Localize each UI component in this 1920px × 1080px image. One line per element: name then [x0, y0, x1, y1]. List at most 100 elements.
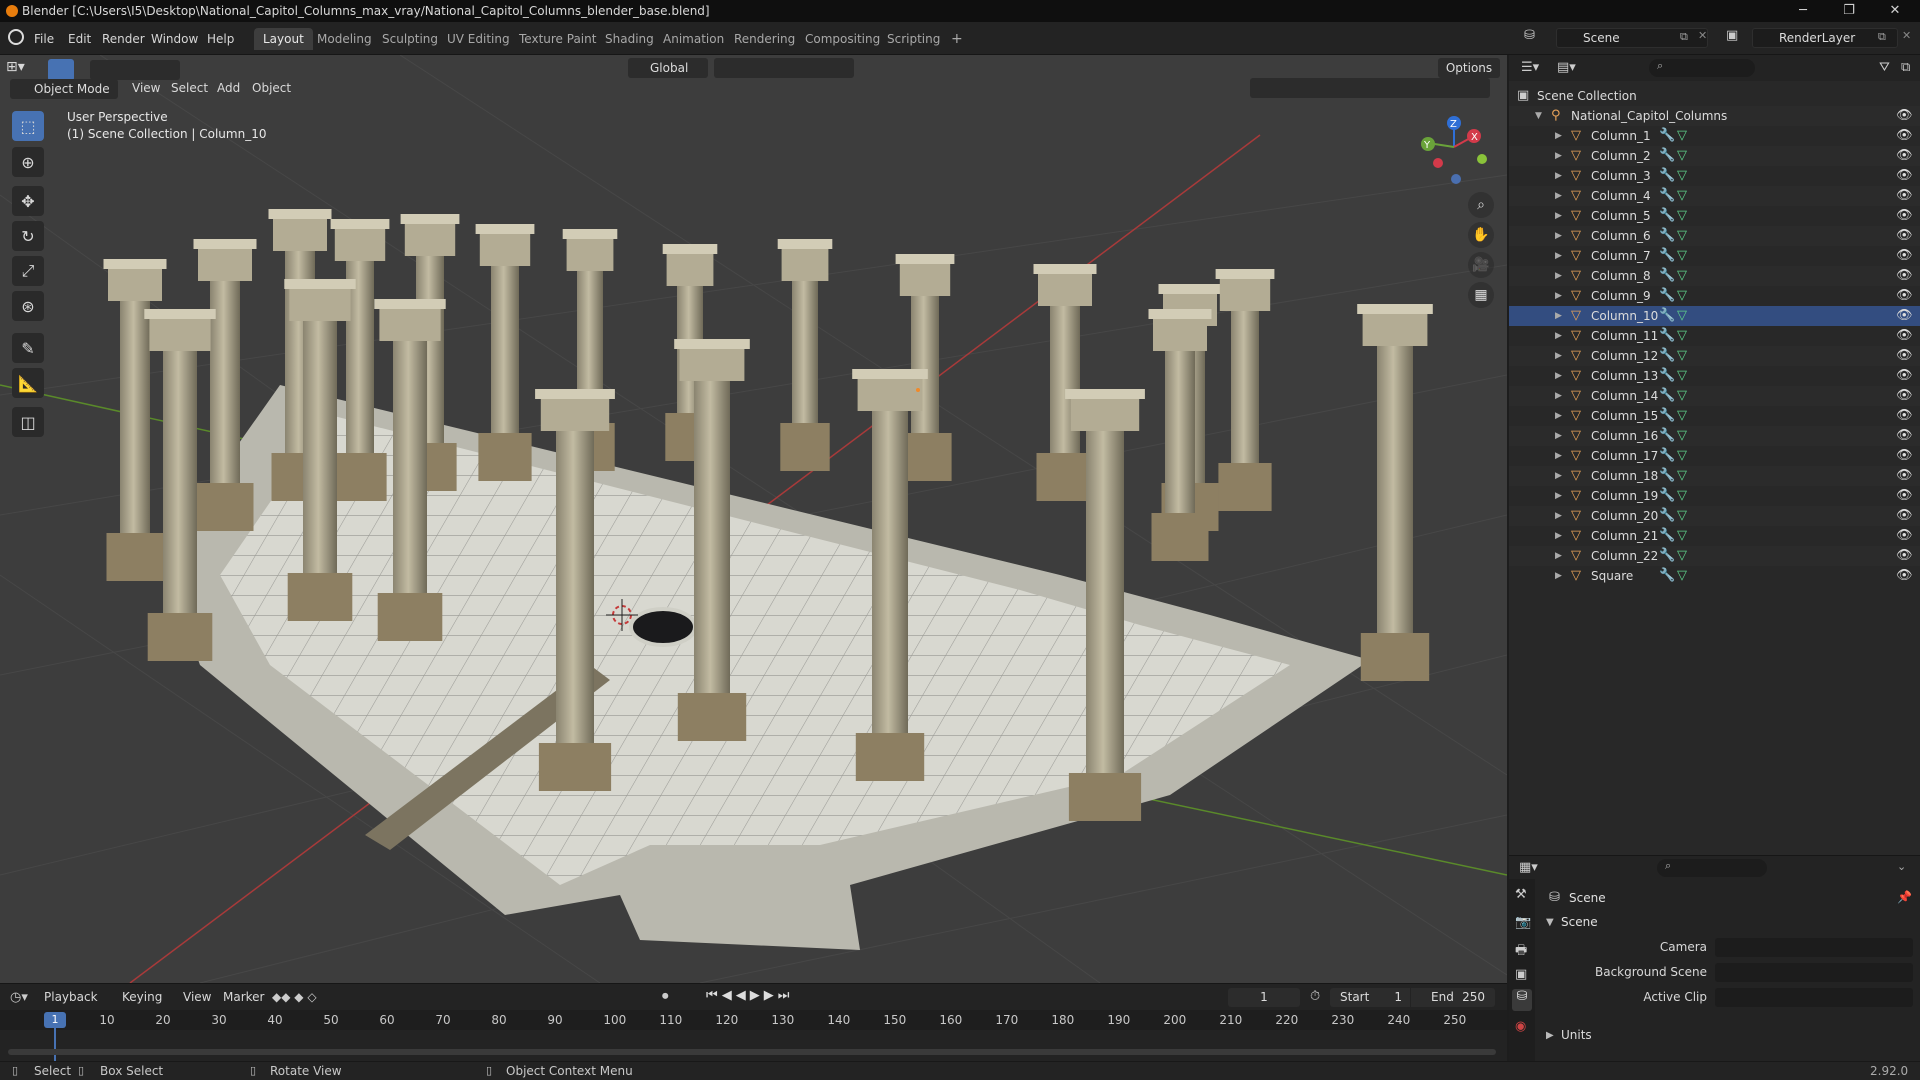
viewport-menu-view[interactable]: View [132, 79, 160, 97]
mesh-data-icon[interactable]: ▽ [1677, 348, 1687, 363]
outliner-item[interactable]: ▶ ▽ Column_2 🔧 ▽ 👁 [1509, 146, 1920, 166]
end-frame-field[interactable]: End 250 [1411, 988, 1495, 1007]
tab-scripting[interactable]: Scripting [878, 28, 949, 50]
mesh-data-icon[interactable]: ▽ [1677, 388, 1687, 403]
modifier-icon[interactable]: 🔧 [1659, 228, 1675, 243]
filter-icon[interactable]: ⛛ [1879, 60, 1890, 75]
viewport-menu-select[interactable]: Select [171, 79, 208, 97]
chevron-right-icon[interactable]: ▶ [1555, 431, 1562, 441]
outliner-item[interactable]: ▶ ▽ Column_17 🔧 ▽ 👁 [1509, 446, 1920, 466]
select-box-tool[interactable]: ⬚ [12, 111, 44, 141]
mesh-data-icon[interactable]: ▽ [1677, 428, 1687, 443]
move-tool[interactable]: ✥ [12, 186, 44, 216]
chevron-down-icon[interactable]: ▼ [1535, 111, 1542, 121]
ortho-grid-icon[interactable]: ▦ [1468, 282, 1494, 308]
selection-mode-buttons[interactable] [90, 60, 180, 80]
chevron-right-icon[interactable]: ▶ [1555, 291, 1562, 301]
playback-controls[interactable]: ⏮◀◀▶▶⏭ [706, 988, 793, 1003]
outliner-item[interactable]: ▶ ▽ Column_18 🔧 ▽ 👁 [1509, 466, 1920, 486]
outliner-item[interactable]: ▶ ▽ Column_9 🔧 ▽ 👁 [1509, 286, 1920, 306]
rotate-tool[interactable]: ↻ [12, 221, 44, 251]
timeline-menu-marker[interactable]: Marker [223, 990, 264, 1004]
chevron-right-icon[interactable]: ▶ [1555, 231, 1562, 241]
properties-options-icon[interactable]: ⌄ [1897, 860, 1906, 873]
active-clip-field[interactable] [1715, 988, 1913, 1007]
snap-pivot-controls[interactable] [714, 58, 854, 78]
chevron-right-icon[interactable]: ▶ [1555, 451, 1562, 461]
visibility-eye-icon[interactable]: 👁 [1896, 408, 1913, 423]
modifier-icon[interactable]: 🔧 [1659, 368, 1675, 383]
modifier-icon[interactable]: 🔧 [1659, 248, 1675, 263]
menu-render[interactable]: Render [102, 29, 145, 49]
visibility-eye-icon[interactable]: 👁 [1896, 488, 1913, 503]
3d-viewport[interactable] [0, 55, 1507, 983]
visibility-eye-icon[interactable]: 👁 [1896, 528, 1913, 543]
chevron-down-icon[interactable]: ▼ [1546, 917, 1554, 928]
mesh-data-icon[interactable]: ▽ [1677, 468, 1687, 483]
chevron-right-icon[interactable]: ▶ [1555, 171, 1562, 181]
chevron-right-icon[interactable]: ▶ [1555, 411, 1562, 421]
visibility-eye-icon[interactable]: 👁 [1896, 188, 1913, 203]
menu-help[interactable]: Help [207, 29, 234, 49]
timeline-menu-view[interactable]: View [183, 990, 211, 1004]
outliner-item[interactable]: ▶ ▽ Column_5 🔧 ▽ 👁 [1509, 206, 1920, 226]
chevron-right-icon[interactable]: ▶ [1555, 251, 1562, 261]
mesh-data-icon[interactable]: ▽ [1677, 448, 1687, 463]
outliner-editor-icon[interactable]: ☰▾ [1521, 60, 1539, 75]
mesh-data-icon[interactable]: ▽ [1677, 268, 1687, 283]
visibility-eye-icon[interactable]: 👁 [1896, 448, 1913, 463]
scene-tab-icon[interactable]: ⛁ [1512, 989, 1532, 1011]
transform-orientation-dropdown[interactable]: Global [628, 58, 708, 78]
modifier-icon[interactable]: 🔧 [1659, 308, 1675, 323]
timeline-menu-keying[interactable]: Keying [122, 990, 162, 1004]
chevron-right-icon[interactable]: ▶ [1555, 311, 1562, 321]
visibility-eye-icon[interactable]: 👁 [1896, 308, 1913, 323]
menu-window[interactable]: Window [151, 29, 198, 49]
modifier-icon[interactable]: 🔧 [1659, 208, 1675, 223]
mesh-data-icon[interactable]: ▽ [1677, 508, 1687, 523]
mesh-data-icon[interactable]: ▽ [1677, 128, 1687, 143]
modifier-icon[interactable]: 🔧 [1659, 468, 1675, 483]
options-dropdown[interactable]: Options [1438, 58, 1500, 78]
visibility-eye-icon[interactable]: 👁 [1896, 328, 1913, 343]
chevron-right-icon[interactable]: ▶ [1555, 531, 1562, 541]
object-mode-dropdown[interactable]: Object Mode [10, 79, 118, 99]
annotate-tool[interactable]: ✎ [12, 333, 44, 363]
units-panel[interactable]: Units [1561, 1028, 1592, 1042]
keyframe-icons[interactable]: ◆◆ ◆ ◇ [272, 990, 317, 1004]
mesh-data-icon[interactable]: ▽ [1677, 548, 1687, 563]
outliner-scene-collection[interactable]: ▣ Scene Collection [1509, 86, 1920, 106]
camera-field[interactable] [1715, 938, 1913, 957]
visibility-eye-icon[interactable]: 👁 [1896, 208, 1913, 223]
scene-panel-title[interactable]: Scene [1561, 915, 1598, 929]
mesh-data-icon[interactable]: ▽ [1677, 248, 1687, 263]
maximize-button[interactable]: ❐ [1826, 0, 1872, 22]
delete-scene-icon[interactable]: ✕ [1698, 29, 1707, 42]
mesh-data-icon[interactable]: ▽ [1677, 408, 1687, 423]
outliner-item[interactable]: ▶ ▽ Column_16 🔧 ▽ 👁 [1509, 426, 1920, 446]
modifier-icon[interactable]: 🔧 [1659, 148, 1675, 163]
mesh-data-icon[interactable]: ▽ [1677, 488, 1687, 503]
viewport-shading-controls[interactable] [1250, 78, 1490, 98]
tab-animation[interactable]: Animation [654, 28, 733, 50]
tool-tab-icon[interactable]: ⚒ [1515, 887, 1527, 902]
outliner-search-input[interactable]: ⌕ [1649, 59, 1755, 77]
zoom-icon[interactable]: ⌕ [1468, 192, 1494, 218]
renderlayer-icon[interactable]: ▣ [1726, 28, 1738, 43]
chevron-right-icon[interactable]: ▶ [1555, 471, 1562, 481]
outliner-item[interactable]: ▶ ▽ Column_21 🔧 ▽ 👁 [1509, 526, 1920, 546]
navigation-gizmo[interactable]: Z X Y [1416, 113, 1488, 185]
timeline-editor-icon[interactable]: ◷▾ [10, 990, 28, 1005]
tab-layout[interactable]: Layout [254, 28, 313, 50]
chevron-right-icon[interactable]: ▶ [1555, 391, 1562, 401]
modifier-icon[interactable]: 🔧 [1659, 328, 1675, 343]
chevron-right-icon[interactable]: ▶ [1555, 551, 1562, 561]
chevron-right-icon[interactable]: ▶ [1555, 371, 1562, 381]
visibility-eye-icon[interactable]: 👁 [1896, 288, 1913, 303]
editor-type-icon[interactable]: ⊞▾ [6, 59, 36, 81]
record-icon[interactable]: ⏺ [662, 989, 669, 1004]
chevron-right-icon[interactable]: ▶ [1555, 331, 1562, 341]
visibility-eye-icon[interactable]: 👁 [1896, 128, 1913, 143]
chevron-right-icon[interactable]: ▶ [1555, 511, 1562, 521]
blender-menu-icon[interactable] [8, 29, 24, 45]
